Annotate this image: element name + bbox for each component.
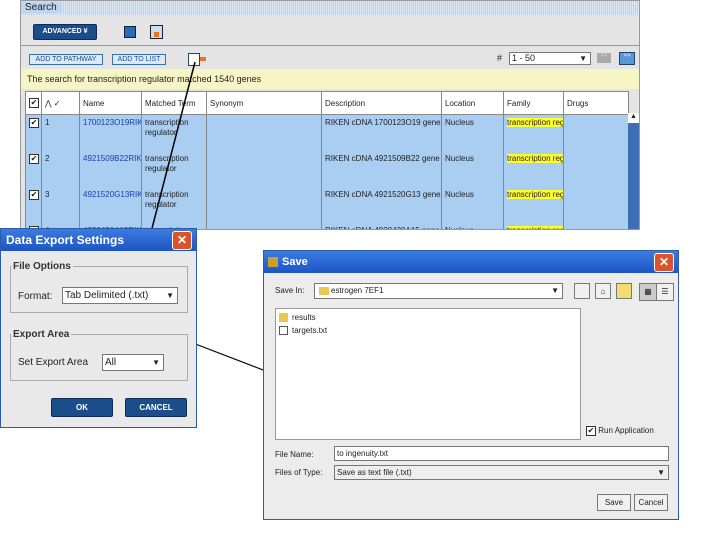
details-view-icon[interactable]: ☰ [656,283,674,301]
file-item[interactable]: results [276,311,580,324]
save-button[interactable]: Save [597,494,631,511]
area-value: All [105,357,117,368]
data-export-dialog: Data Export Settings ✕ File Options Forma… [0,228,197,428]
ok-button[interactable]: OK [51,398,113,417]
file-options-legend: File Options [13,261,71,272]
file-type-label: Files of Type: [275,468,323,477]
close-icon[interactable]: ✕ [654,253,674,272]
checkbox[interactable]: ✔ [586,426,596,436]
chevron-down-icon: ▼ [657,468,665,477]
save-in-label: Save In: [275,286,305,295]
chevron-down-icon: ▼ [551,286,559,295]
close-icon[interactable]: ✕ [172,231,192,250]
file-type-select[interactable]: Save as text file (.txt) ▼ [334,465,669,480]
format-label: Format: [18,291,53,302]
file-name: targets.txt [292,326,328,335]
list-view-icon[interactable]: ▦ [639,283,657,301]
set-area-label: Set Export Area [18,357,89,368]
format-select[interactable]: Tab Delimited (.txt) ▼ [62,287,178,304]
cancel-button[interactable]: CANCEL [125,398,187,417]
folder-icon [279,313,288,322]
save-in-select[interactable]: estrogen 7EF1 ▼ [314,283,563,299]
format-value: Tab Delimited (.txt) [65,290,149,301]
file-icon [279,326,288,335]
chevron-down-icon: ▼ [152,358,160,367]
dialog-title: Data Export Settings [6,233,125,247]
up-folder-icon[interactable] [574,283,590,299]
file-name-value: to ingenuity.txt [337,449,388,458]
arrow-to-export [145,61,196,243]
app-icon [268,257,278,267]
home-icon[interactable]: ⌂ [595,283,611,299]
save-dialog: Save ✕ Save In: estrogen 7EF1 ▼ ⌂ ▦ ☰ resu… [263,250,679,520]
area-select[interactable]: All ▼ [102,354,164,371]
file-type-value: Save as text file (.txt) [337,468,412,477]
folder-icon [319,287,329,295]
run-application-label: Run Application [598,426,654,435]
dialog-title: Save [282,256,308,268]
chevron-down-icon: ▼ [166,291,174,300]
file-name: results [292,313,316,322]
file-item[interactable]: targets.txt [276,324,580,337]
export-area-legend: Export Area [13,329,70,340]
file-list: results targets.txt [275,308,581,440]
cancel-button[interactable]: Cancel [634,494,668,511]
new-folder-icon[interactable] [616,283,632,299]
run-application-checkbox[interactable]: ✔ Run Application [586,426,654,436]
save-in-value: estrogen 7EF1 [331,286,384,295]
file-name-input[interactable]: to ingenuity.txt [334,446,669,461]
file-name-label: File Name: [275,450,314,459]
